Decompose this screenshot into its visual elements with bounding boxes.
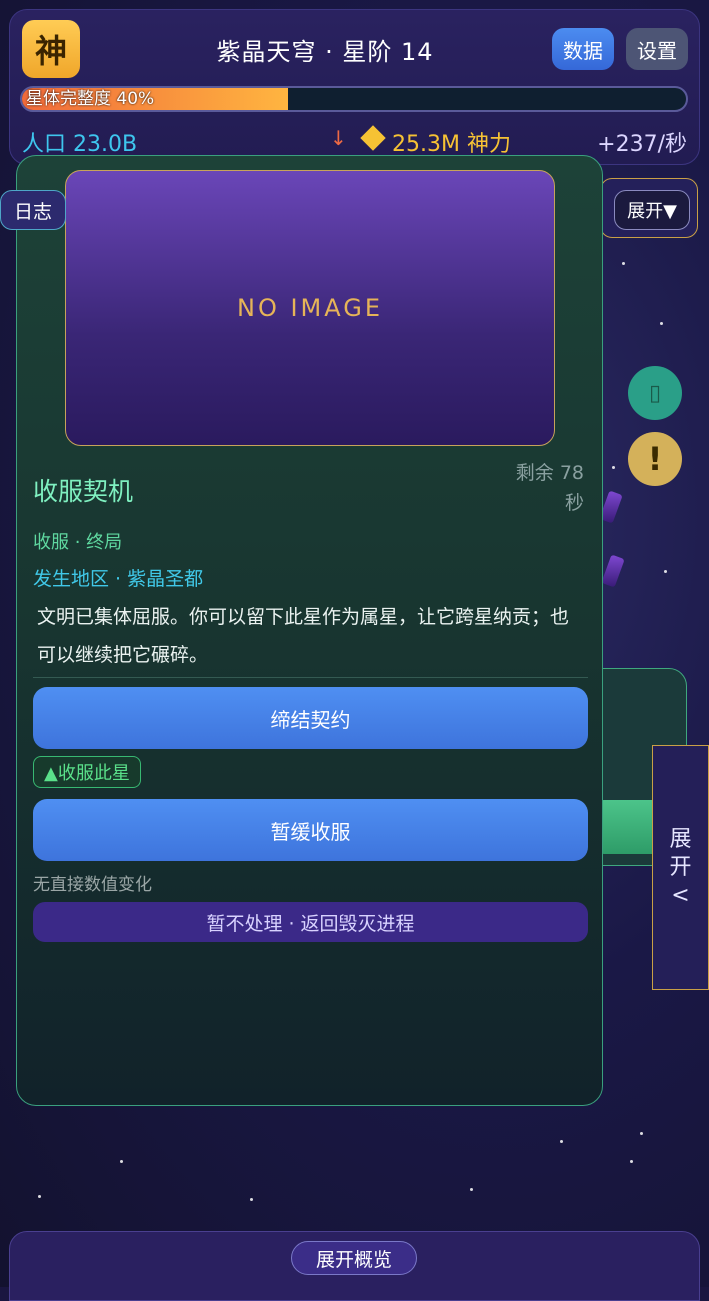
- event-title: 收服契机: [33, 477, 134, 506]
- event-image-placeholder: NO IMAGE: [65, 170, 555, 446]
- expand-overview-button[interactable]: 展开概览: [291, 1241, 417, 1275]
- no-image-label: NO IMAGE: [236, 294, 383, 322]
- page-title: 紫晶天穹 · 星阶 14: [216, 38, 434, 66]
- diamond-icon: [360, 125, 386, 151]
- event-modal: NO IMAGE 收服契机 剩余 78 秒 收服 · 终局 发生地区 · 紫晶圣…: [16, 155, 603, 1106]
- dismiss-button[interactable]: 暂不处理 · 返回毁灭进程: [33, 902, 588, 942]
- top-status-bar: 神 紫晶天穹 · 星阶 14 数据 设置 星体完整度 40% 人口 23.0B …: [9, 9, 700, 165]
- integrity-progress-bar: 星体完整度 40%: [20, 86, 688, 112]
- postpone-button[interactable]: 暂缓收服: [33, 799, 588, 861]
- integrity-progress-label: 星体完整度 40%: [26, 89, 155, 109]
- power-rate-stat: +237/秒: [597, 132, 687, 157]
- expand-dropdown-button[interactable]: 展开▼: [614, 190, 690, 230]
- countdown-timer: 剩余 78 秒: [515, 462, 584, 514]
- divine-power-stat: 25.3M 神力: [392, 132, 511, 157]
- god-badge[interactable]: 神: [22, 20, 80, 78]
- effect-badge: ▲收服此星: [33, 756, 141, 788]
- side-expand-tab[interactable]: 展 开 <: [652, 745, 709, 990]
- trend-down-icon: ↓: [330, 126, 347, 150]
- population-stat: 人口 23.0B: [22, 132, 138, 157]
- side-expand-char-2: 开: [669, 855, 692, 880]
- divider: [33, 677, 588, 678]
- info-round-button[interactable]: ▯: [628, 366, 682, 420]
- data-button[interactable]: 数据: [552, 28, 614, 70]
- chevron-left-icon: <: [671, 883, 690, 908]
- sign-contract-button[interactable]: 缔结契约: [33, 687, 588, 749]
- alert-round-button[interactable]: !: [628, 432, 682, 486]
- log-button[interactable]: 日志: [0, 190, 66, 230]
- event-location: 发生地区 · 紫晶圣都: [33, 568, 204, 590]
- side-expand-char-1: 展: [669, 827, 692, 852]
- settings-button[interactable]: 设置: [626, 28, 688, 70]
- event-description: 文明已集体屈服。你可以留下此星作为属星，让它跨星纳贡；也可以继续把它碾碎。: [37, 606, 570, 666]
- event-tags: 收服 · 终局: [33, 532, 123, 553]
- no-effect-note: 无直接数值变化: [33, 875, 152, 895]
